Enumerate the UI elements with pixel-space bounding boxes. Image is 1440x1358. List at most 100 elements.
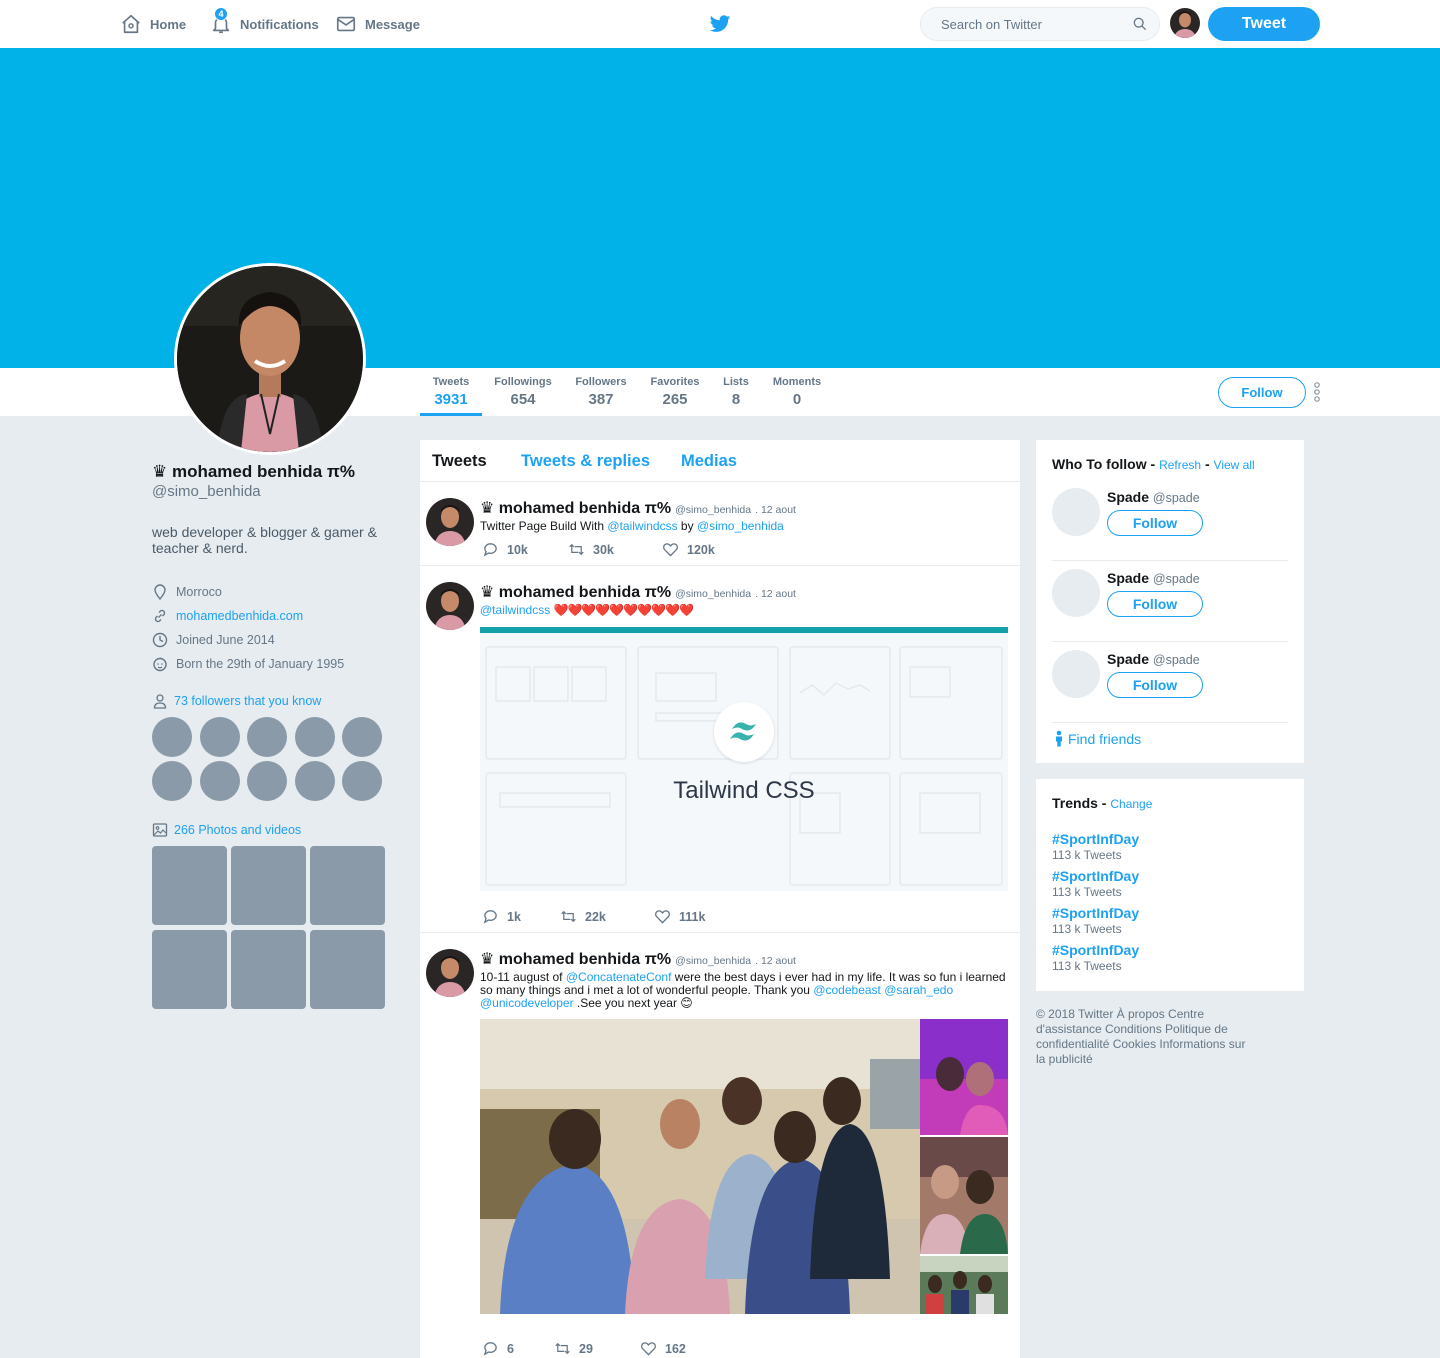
tweet-author-handle[interactable]: @simo_benhida — [675, 588, 751, 600]
website-link[interactable]: mohamedbenhida.com — [176, 609, 303, 623]
followers-you-know-link[interactable]: 73 followers that you know — [152, 693, 392, 709]
stat-label: Followers — [575, 376, 627, 388]
retweet-button[interactable]: 22k — [560, 908, 654, 925]
suggestion-avatar[interactable] — [1052, 488, 1100, 536]
tab-tweets-replies[interactable]: Tweets & replies — [521, 452, 650, 471]
tweet-author-name[interactable]: ♛ mohamed benhida π% — [480, 949, 671, 969]
trend-item[interactable]: #SportInfDay 113 k Tweets — [1052, 942, 1139, 973]
follower-avatar[interactable] — [152, 717, 192, 757]
website-row[interactable]: mohamedbenhida.com — [152, 604, 392, 628]
tweet-avatar[interactable] — [426, 949, 474, 997]
suggestion-follow-button[interactable]: Follow — [1107, 672, 1203, 698]
search-input[interactable] — [921, 8, 1121, 40]
mention-link[interactable]: @sarah_edo — [884, 983, 953, 997]
media-thumbnail[interactable] — [152, 846, 227, 925]
media-thumbnail[interactable] — [310, 846, 385, 925]
tweet-avatar[interactable] — [426, 498, 474, 546]
more-options-icon[interactable] — [1313, 381, 1321, 403]
profile-handle[interactable]: @simo_benhida — [152, 483, 392, 500]
tweet-avatar[interactable] — [426, 582, 474, 630]
retweet-button[interactable]: 30k — [568, 541, 662, 558]
suggestion-follow-button[interactable]: Follow — [1107, 510, 1203, 536]
nav-avatar[interactable] — [1170, 8, 1200, 38]
tweet-photo-side[interactable] — [920, 1137, 1008, 1254]
media-thumbnail[interactable] — [310, 930, 385, 1009]
profile-photo[interactable] — [174, 263, 366, 455]
mention-link[interactable]: @codebeast — [813, 983, 881, 997]
trend-item[interactable]: #SportInfDay 113 k Tweets — [1052, 868, 1139, 899]
tab-tweets[interactable]: Tweets — [432, 452, 487, 471]
trend-hashtag[interactable]: #SportInfDay — [1052, 831, 1139, 847]
follower-avatar[interactable] — [247, 717, 287, 757]
follower-avatar[interactable] — [152, 761, 192, 801]
nav-notifications[interactable]: 4 Notifications — [210, 7, 319, 36]
stat-followers[interactable]: Followers 387 — [570, 368, 632, 416]
tweet[interactable]: ♛ mohamed benhida π% @simo_benhida . 12 … — [420, 933, 1020, 1358]
tweet-photo-side[interactable] — [920, 1019, 1008, 1135]
change-link[interactable]: Change — [1110, 797, 1152, 811]
retweet-button[interactable]: 29 — [554, 1340, 640, 1357]
like-button[interactable]: 162 — [640, 1340, 686, 1357]
follower-avatar[interactable] — [294, 717, 335, 757]
twitter-bird-icon[interactable] — [709, 13, 731, 35]
refresh-link[interactable]: Refresh — [1159, 458, 1201, 472]
tweet[interactable]: ♛ mohamed benhida π% @simo_benhida . 12 … — [420, 566, 1020, 933]
suggestion-name-row[interactable]: Spade @spade — [1107, 489, 1200, 505]
reply-button[interactable]: 1k — [482, 908, 560, 925]
tweet-button[interactable]: Tweet — [1208, 7, 1320, 41]
stat-lists[interactable]: Lists 8 — [718, 368, 754, 416]
tweet-author-name[interactable]: ♛ mohamed benhida π% — [480, 498, 671, 518]
footer-links[interactable]: © 2018 Twitter À propos Centre d'assista… — [1036, 1007, 1256, 1067]
like-count: 111k — [679, 909, 706, 924]
location-pin-icon — [154, 584, 166, 600]
nav-message[interactable]: Message — [335, 12, 420, 36]
trend-hashtag[interactable]: #SportInfDay — [1052, 905, 1139, 921]
search-icon[interactable] — [1133, 17, 1147, 31]
stat-tweets[interactable]: Tweets 3931 — [420, 368, 482, 416]
follower-avatar[interactable] — [199, 761, 240, 801]
tweet-photo-side[interactable] — [920, 1256, 1008, 1314]
follower-avatar[interactable] — [247, 761, 287, 801]
like-button[interactable]: 111k — [654, 908, 705, 925]
find-friends-link[interactable]: Find friends — [1054, 730, 1141, 747]
search-box[interactable] — [920, 7, 1160, 41]
follower-avatar[interactable] — [294, 761, 335, 801]
follow-button[interactable]: Follow — [1218, 377, 1306, 408]
view-all-link[interactable]: View all — [1214, 458, 1255, 472]
trend-item[interactable]: #SportInfDay 113 k Tweets — [1052, 905, 1139, 936]
trend-hashtag[interactable]: #SportInfDay — [1052, 942, 1139, 958]
trend-hashtag[interactable]: #SportInfDay — [1052, 868, 1139, 884]
suggestion-follow-button[interactable]: Follow — [1107, 591, 1203, 617]
reply-button[interactable]: 6 — [482, 1340, 554, 1357]
mention-link[interactable]: @ConcatenateConf — [566, 970, 672, 984]
like-button[interactable]: 120k — [662, 541, 715, 558]
stat-moments[interactable]: Moments 0 — [768, 368, 826, 416]
tweet-author-handle[interactable]: @simo_benhida — [675, 955, 751, 967]
tweet-author-name[interactable]: ♛ mohamed benhida π% — [480, 582, 671, 602]
mention-link[interactable]: @simo_benhida — [697, 519, 784, 533]
tab-medias[interactable]: Medias — [681, 452, 737, 471]
reply-button[interactable]: 10k — [482, 541, 568, 558]
suggestion-name-row[interactable]: Spade @spade — [1107, 651, 1200, 667]
suggestion-avatar[interactable] — [1052, 650, 1100, 698]
media-thumbnail[interactable] — [152, 930, 227, 1009]
follower-avatar[interactable] — [199, 717, 240, 757]
media-thumbnail[interactable] — [231, 846, 306, 925]
mention-link[interactable]: @tailwindcss — [607, 519, 677, 533]
link-card[interactable]: Tailwind CSS — [480, 627, 1008, 891]
trend-item[interactable]: #SportInfDay 113 k Tweets — [1052, 831, 1139, 862]
mention-link[interactable]: @unicodeveloper — [480, 996, 574, 1010]
mention-link[interactable]: @tailwindcss — [480, 603, 550, 617]
tweet[interactable]: ♛ mohamed benhida π% @simo_benhida . 12 … — [420, 482, 1020, 566]
nav-home[interactable]: Home — [120, 12, 186, 36]
tweet-photo-main[interactable] — [480, 1019, 920, 1314]
media-thumbnail[interactable] — [231, 930, 306, 1009]
photos-videos-link[interactable]: 266 Photos and videos — [152, 822, 392, 838]
follower-avatar[interactable] — [342, 717, 382, 757]
follower-avatar[interactable] — [342, 761, 382, 801]
stat-favorites[interactable]: Favorites 265 — [645, 368, 705, 416]
suggestion-avatar[interactable] — [1052, 569, 1100, 617]
stat-followings[interactable]: Followings 654 — [489, 368, 557, 416]
suggestion-name-row[interactable]: Spade @spade — [1107, 570, 1200, 586]
tweet-author-handle[interactable]: @simo_benhida — [675, 504, 751, 516]
